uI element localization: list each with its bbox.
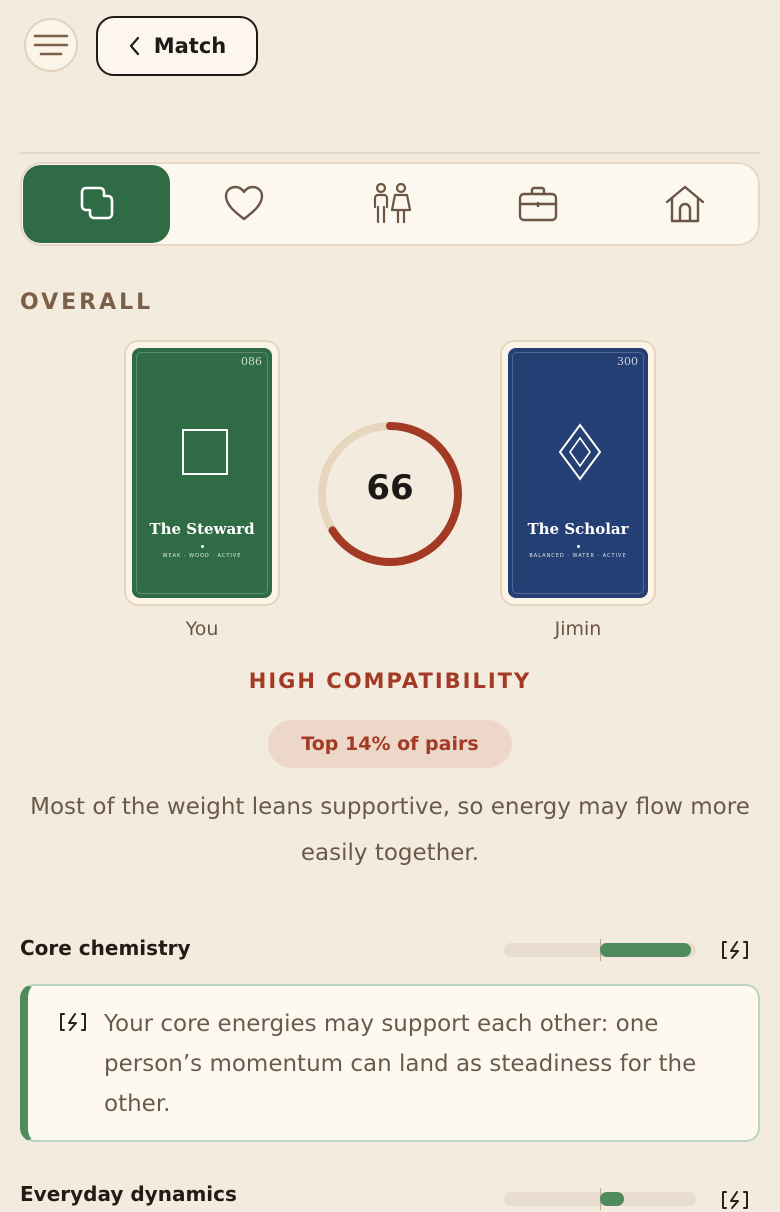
card-number: 086 (241, 355, 262, 368)
menu-button[interactable] (24, 18, 78, 72)
card-title: The Scholar (527, 520, 629, 538)
card-title: The Steward (149, 520, 255, 538)
overlap-squares-icon (81, 186, 114, 220)
core-chemistry-note: Your core energies may support each othe… (20, 984, 760, 1142)
back-button-label: Match (153, 34, 227, 58)
bar-fill (600, 943, 692, 957)
tab-home[interactable] (611, 164, 758, 244)
card-dot (201, 545, 204, 548)
metric-bar-core-chemistry (504, 939, 696, 961)
rank-badge: Top 14% of pairs (268, 720, 512, 768)
diamond-icon (558, 423, 602, 481)
briefcase-icon (518, 186, 557, 222)
hamburger-icon (33, 34, 69, 56)
energy-icon (722, 1191, 748, 1209)
tab-overall[interactable] (23, 165, 170, 243)
you-card[interactable]: 086 The Steward WEAK · WOOD · ACTIVE (124, 340, 280, 606)
energy-icon (60, 1013, 86, 1031)
overall-description: Most of the weight leans supportive, so … (30, 794, 750, 866)
score-value: 66 (366, 468, 414, 508)
partner-label: Jimin (554, 618, 602, 640)
partner-card[interactable]: 300 The Scholar BALANCED · WATER · ACTIV… (500, 340, 656, 606)
tab-love[interactable] (171, 164, 318, 244)
energy-icon (722, 941, 748, 959)
chevron-left-icon (129, 36, 139, 56)
card-subtitle: BALANCED · WATER · ACTIVE (529, 553, 627, 559)
card-dot (577, 545, 580, 548)
back-to-match-button[interactable]: Match (96, 16, 258, 76)
people-icon (373, 182, 412, 224)
tab-work[interactable] (464, 164, 611, 244)
partner-card-face: 300 The Scholar BALANCED · WATER · ACTIV… (508, 348, 648, 598)
note-text: Your core energies may support each othe… (104, 1011, 697, 1117)
card-subtitle: WEAK · WOOD · ACTIVE (162, 553, 242, 559)
section-title: OVERALL (20, 290, 154, 315)
compatibility-label: HIGH COMPATIBILITY (248, 669, 532, 693)
square-icon (182, 429, 228, 475)
metric-bar-everyday-dynamics (504, 1188, 696, 1210)
category-tabs (20, 162, 760, 246)
you-label: You (185, 618, 219, 640)
card-number: 300 (617, 355, 638, 368)
metric-label-everyday-dynamics: Everyday dynamics (20, 1182, 237, 1206)
home-icon (665, 185, 704, 223)
divider (20, 152, 760, 154)
metric-label-core-chemistry: Core chemistry (20, 936, 191, 960)
you-card-face: 086 The Steward WEAK · WOOD · ACTIVE (132, 348, 272, 598)
heart-icon (224, 185, 264, 221)
tab-people[interactable] (318, 164, 465, 244)
bar-fill (600, 1192, 624, 1206)
